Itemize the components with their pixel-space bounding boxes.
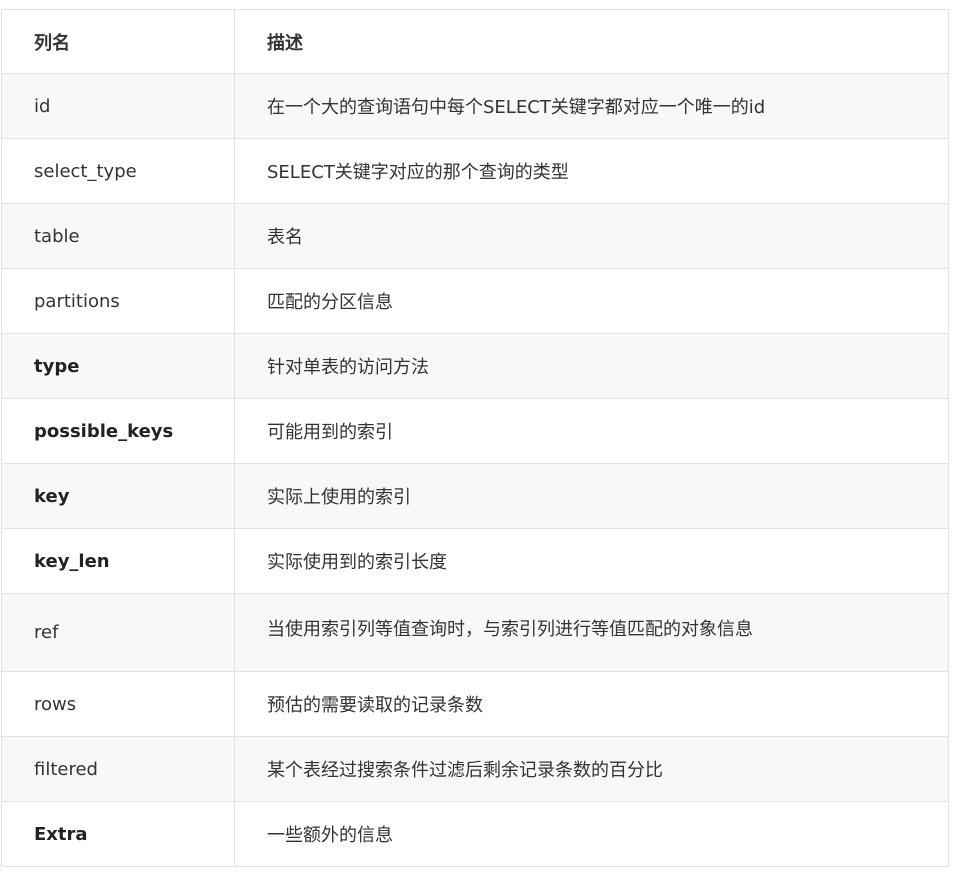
row-name: ref — [1, 593, 235, 672]
row-name: select_type — [1, 138, 235, 204]
table-row: type 针对单表的访问方法 — [1, 333, 949, 399]
row-description: 实际上使用的索引 — [234, 463, 949, 529]
header-column-name: 列名 — [1, 9, 235, 74]
table-row: key_len 实际使用到的索引长度 — [1, 528, 949, 594]
row-name: key — [1, 463, 235, 529]
row-description: 一些额外的信息 — [234, 801, 949, 867]
table-row: rows 预估的需要读取的记录条数 — [1, 671, 949, 737]
table-row: select_type SELECT关键字对应的那个查询的类型 — [1, 138, 949, 204]
row-description: 预估的需要读取的记录条数 — [234, 671, 949, 737]
row-name: rows — [1, 671, 235, 737]
table-row: possible_keys 可能用到的索引 — [1, 398, 949, 464]
row-name: id — [1, 73, 235, 139]
row-description: 匹配的分区信息 — [234, 268, 949, 334]
table-row: table 表名 — [1, 203, 949, 269]
row-description: 表名 — [234, 203, 949, 269]
row-description: SELECT关键字对应的那个查询的类型 — [234, 138, 949, 204]
row-name: key_len — [1, 528, 235, 594]
row-description: 某个表经过搜索条件过滤后剩余记录条数的百分比 — [234, 736, 949, 802]
row-description: 实际使用到的索引长度 — [234, 528, 949, 594]
row-name: partitions — [1, 268, 235, 334]
explain-columns-table: 列名 描述 id 在一个大的查询语句中每个SELECT关键字都对应一个唯一的id… — [1, 9, 949, 867]
table-row: Extra 一些额外的信息 — [1, 801, 949, 867]
row-description: 针对单表的访问方法 — [234, 333, 949, 399]
row-description: 当使用索引列等值查询时，与索引列进行等值匹配的对象信息 — [234, 593, 949, 672]
row-description: 可能用到的索引 — [234, 398, 949, 464]
row-description: 在一个大的查询语句中每个SELECT关键字都对应一个唯一的id — [234, 73, 949, 139]
table-row: key 实际上使用的索引 — [1, 463, 949, 529]
row-name: filtered — [1, 736, 235, 802]
table-row: id 在一个大的查询语句中每个SELECT关键字都对应一个唯一的id — [1, 73, 949, 139]
row-name: Extra — [1, 801, 235, 867]
table-row: partitions 匹配的分区信息 — [1, 268, 949, 334]
table-row: ref 当使用索引列等值查询时，与索引列进行等值匹配的对象信息 — [1, 593, 949, 672]
table-row: filtered 某个表经过搜索条件过滤后剩余记录条数的百分比 — [1, 736, 949, 802]
table-header-row: 列名 描述 — [1, 9, 949, 74]
row-name: table — [1, 203, 235, 269]
row-name: possible_keys — [1, 398, 235, 464]
row-name: type — [1, 333, 235, 399]
header-description: 描述 — [234, 9, 949, 74]
